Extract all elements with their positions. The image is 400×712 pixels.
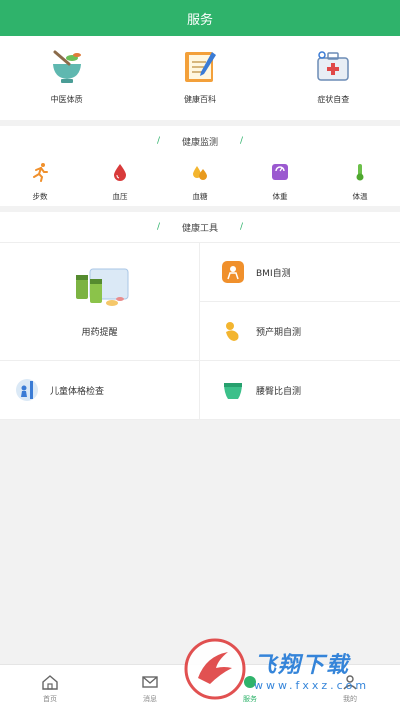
watermark-logo-icon	[184, 638, 246, 700]
bmi-scale-icon	[222, 261, 244, 283]
service-label: 健康百科	[183, 95, 216, 104]
tools-grid: 用药提醒 BMI自测 预产期自测 儿童体格检查 腰臀比自测	[0, 242, 400, 420]
service-symptom-check[interactable]: 症状自查	[267, 36, 400, 120]
monitor-label: 步数	[32, 192, 48, 201]
thermometer-icon	[356, 164, 364, 181]
tool-due-date[interactable]: 预产期自测	[200, 302, 400, 361]
section-title: / 健康工具 /	[0, 212, 400, 242]
divider-slash: /	[240, 136, 244, 146]
tool-label: 腰臀比自测	[256, 386, 302, 397]
monitor-title: 健康监测	[181, 137, 218, 148]
nav-label: 消息	[143, 695, 157, 703]
scale-icon	[272, 164, 288, 180]
watermark: 飞翔下载 www.fxxz.com	[184, 634, 400, 704]
running-icon	[33, 163, 48, 182]
medical-kit-icon	[317, 51, 350, 81]
monitor-label: 血压	[112, 192, 128, 201]
service-health-wiki[interactable]: 健康百科	[133, 36, 266, 120]
watermark-url: www.fxxz.com	[254, 678, 370, 692]
monitor-steps[interactable]: 步数	[0, 156, 80, 206]
tool-waist-hip[interactable]: 腰臀比自测	[200, 361, 400, 420]
pill-bottles-icon	[75, 268, 128, 306]
sugar-drops-icon	[193, 166, 207, 180]
waist-icon	[224, 383, 242, 399]
tool-label: 用药提醒	[81, 328, 118, 338]
notebook-icon	[184, 52, 216, 82]
tools-title: 健康工具	[181, 223, 218, 234]
watermark-main: 飞翔下载	[254, 652, 351, 678]
divider-slash: /	[156, 222, 160, 232]
monitor-label: 体重	[272, 192, 288, 201]
nav-label: 首页	[43, 695, 57, 703]
child-height-icon	[16, 379, 38, 401]
home-icon	[42, 675, 58, 690]
service-tcm-constitution[interactable]: 中医体质	[0, 36, 133, 120]
monitor-label: 体温	[352, 192, 368, 201]
top-services: 中医体质 健康百科 症状自查	[0, 36, 400, 120]
section-title: / 健康监测 /	[0, 126, 400, 156]
service-label: 症状自查	[317, 95, 350, 104]
tool-child-exam[interactable]: 儿童体格检查	[0, 361, 200, 420]
nav-home[interactable]: 首页	[0, 665, 100, 712]
watermark-text: 飞翔下载 www.fxxz.com	[254, 647, 369, 692]
divider-slash: /	[240, 222, 244, 232]
tool-medication-reminder[interactable]: 用药提醒	[0, 243, 200, 361]
monitor-blood-sugar[interactable]: 血糖	[160, 156, 240, 206]
health-tools-section: / 健康工具 / 用药提醒 BMI自测 预产期自测 儿童体格检查 腰臀比自测	[0, 212, 400, 420]
health-monitor-section: / 健康监测 / 步数 血压 血糖 体重 体温	[0, 126, 400, 206]
tool-bmi[interactable]: BMI自测	[200, 243, 400, 302]
app-header: 服务	[0, 0, 400, 36]
tool-label: 儿童体格检查	[50, 386, 105, 397]
page-title: 服务	[186, 12, 213, 28]
monitor-weight[interactable]: 体重	[240, 156, 320, 206]
tool-label: 预产期自测	[256, 327, 302, 338]
monitor-label: 血糖	[192, 192, 208, 201]
mail-icon	[142, 676, 158, 688]
divider-slash: /	[156, 136, 160, 146]
mortar-herb-icon	[52, 50, 81, 83]
monitor-row: 步数 血压 血糖 体重 体温	[0, 156, 400, 206]
baby-icon	[226, 322, 239, 341]
service-label: 中医体质	[50, 95, 83, 104]
blood-drop-icon	[114, 164, 126, 181]
monitor-temperature[interactable]: 体温	[320, 156, 400, 206]
tool-label: BMI自测	[256, 268, 291, 279]
monitor-blood-pressure[interactable]: 血压	[80, 156, 160, 206]
